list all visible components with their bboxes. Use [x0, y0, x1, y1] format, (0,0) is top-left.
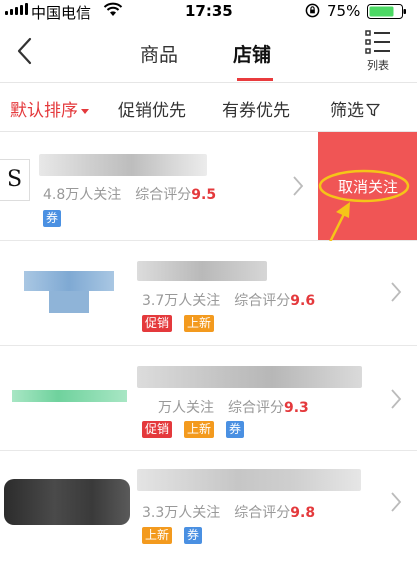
back-arrow-icon[interactable]: [12, 36, 38, 66]
shop-name: [39, 154, 207, 176]
score-label: 综合评分: [228, 400, 284, 416]
shop-name: [137, 366, 362, 388]
nav-bar: 商品 店铺 列表: [0, 22, 417, 83]
badge-new: 上新: [142, 527, 173, 544]
shop-stats: 万人关注 综合评分9.3: [158, 397, 309, 417]
followers-count: 3.7万人关注: [142, 293, 221, 309]
badge-new: 上新: [184, 421, 215, 438]
tab-shop[interactable]: 店铺: [233, 40, 271, 67]
status-bar: 中国电信 17:35 75%: [0, 0, 417, 22]
shop-stats: 3.7万人关注 综合评分9.6: [142, 290, 315, 310]
battery-icon: [367, 4, 406, 19]
shop-name: [137, 261, 267, 281]
shop-row[interactable]: 3.7万人关注 综合评分9.6 促销 上新: [0, 241, 417, 346]
badge-coupon: 券: [43, 210, 62, 227]
carrier-name: 中国电信: [31, 4, 92, 22]
score-label: 综合评分: [135, 187, 192, 203]
list-view-button[interactable]: 列表: [361, 28, 395, 78]
shop-logo: [14, 265, 124, 321]
score-value: 9.3: [284, 400, 309, 416]
filter-default-sort-label: 默认排序: [10, 101, 78, 121]
score-label: 综合评分: [234, 505, 291, 521]
filter-promo-first[interactable]: 促销优先: [118, 96, 186, 121]
chevron-right-icon: [391, 492, 402, 512]
shop-name: [137, 469, 361, 491]
score-value: 9.8: [290, 505, 316, 521]
filter-bar: 默认排序 促销优先 有券优先 筛选: [0, 83, 417, 132]
followers-count: 万人关注: [158, 400, 214, 416]
badge-promo: 促销: [142, 315, 173, 332]
chevron-right-icon: [391, 282, 402, 302]
filter-screen-label: 筛选: [330, 101, 364, 121]
funnel-icon: [366, 103, 380, 117]
followers-count: 3.3万人关注: [142, 505, 221, 521]
shop-badges: 促销 上新 券: [142, 421, 245, 438]
score-label: 综合评分: [234, 293, 291, 309]
battery-percent: 75%: [327, 2, 361, 20]
rotation-lock-icon: [305, 3, 320, 18]
filter-screen[interactable]: 筛选: [330, 96, 380, 121]
wifi-icon: [103, 2, 123, 16]
shop-stats: 4.8万人关注 综合评分9.5: [43, 184, 216, 204]
shop-logo: [4, 479, 130, 525]
badge-coupon: 券: [184, 527, 203, 544]
shop-row[interactable]: 万人关注 综合评分9.3 促销 上新 券: [0, 346, 417, 451]
chevron-right-icon: [391, 389, 402, 409]
score-value: 9.5: [191, 187, 217, 203]
shop-row[interactable]: 3.3万人关注 综合评分9.8 上新 券: [0, 451, 417, 561]
clock-time: 17:35: [185, 2, 233, 20]
list-label: 列表: [367, 59, 389, 72]
filter-default-sort[interactable]: 默认排序: [10, 96, 89, 121]
badge-coupon: 券: [226, 421, 245, 438]
shop-logo: S: [0, 159, 30, 201]
badge-new: 上新: [184, 315, 215, 332]
score-value: 9.6: [290, 293, 316, 309]
tab-goods[interactable]: 商品: [140, 40, 178, 67]
list-icon: [365, 30, 390, 54]
followers-count: 4.8万人关注: [43, 187, 122, 203]
shop-badges: 上新 券: [142, 527, 203, 544]
shop-badges: 券: [43, 210, 62, 227]
chevron-right-icon: [293, 176, 304, 196]
signal-icon: [5, 3, 28, 15]
caret-down-icon: [81, 108, 89, 114]
filter-coupon-first[interactable]: 有券优先: [222, 96, 290, 121]
shop-stats: 3.3万人关注 综合评分9.8: [142, 502, 315, 522]
badge-promo: 促销: [142, 421, 173, 438]
shop-badges: 促销 上新: [142, 315, 215, 332]
active-tab-indicator: [237, 78, 273, 81]
shop-logo: [8, 376, 128, 412]
